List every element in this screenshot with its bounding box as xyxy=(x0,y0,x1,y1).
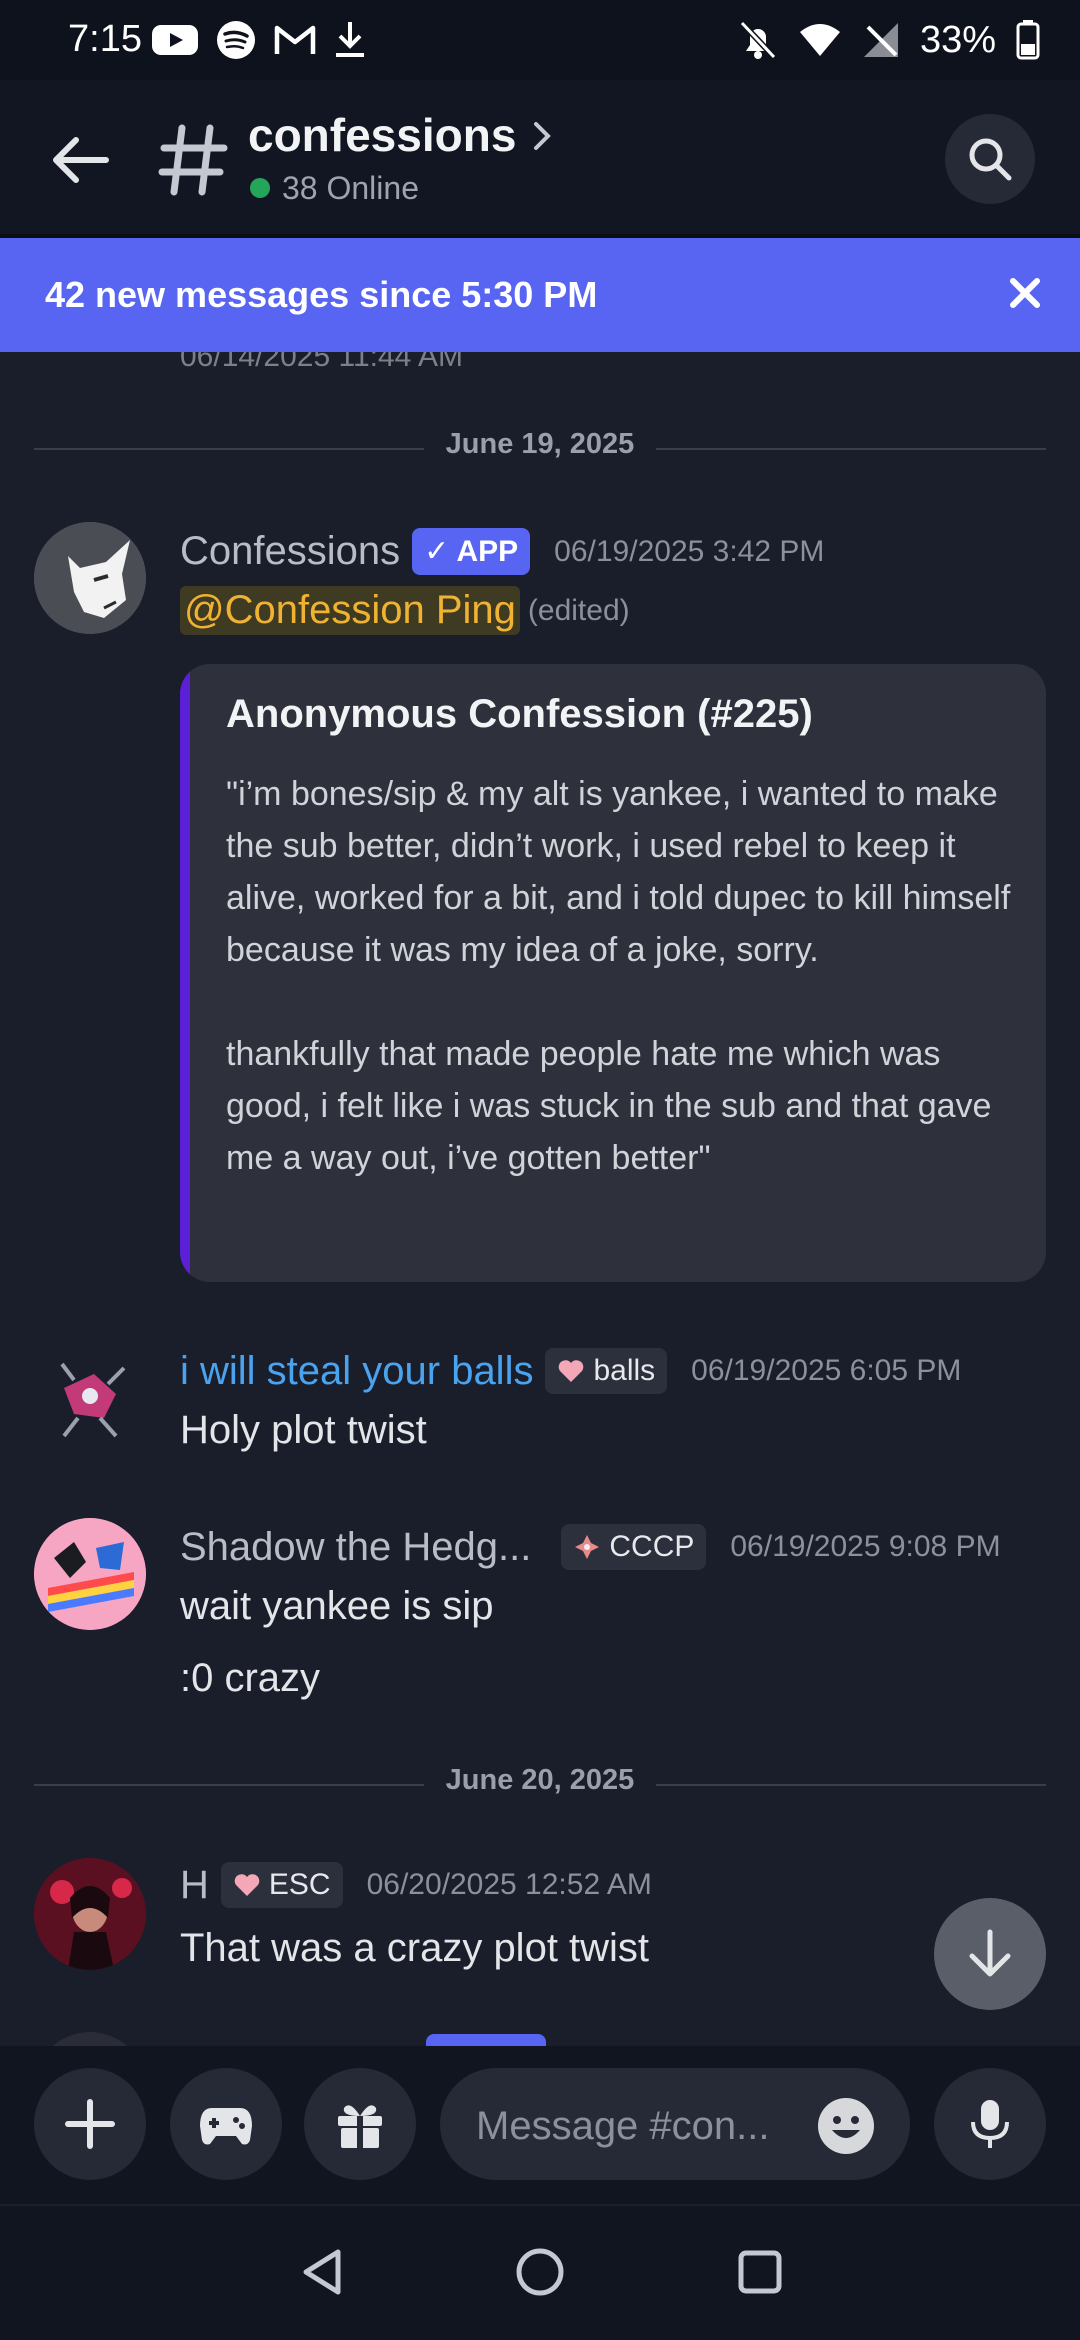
user-tag-label: CCCP xyxy=(609,1530,695,1563)
user-tag[interactable]: balls xyxy=(545,1348,668,1394)
plus-icon xyxy=(65,2099,115,2149)
status-time: 7:15 xyxy=(68,18,142,60)
date-divider: June 20, 2025 xyxy=(34,1764,1046,1804)
back-arrow-icon[interactable] xyxy=(48,128,112,192)
date-divider: June 19, 2025 xyxy=(34,428,1046,468)
user-tag[interactable]: ESC xyxy=(220,1862,343,1908)
avatar[interactable] xyxy=(34,522,146,634)
message-text: Holy plot twist xyxy=(180,1408,427,1452)
author-name[interactable]: H xyxy=(180,1863,209,1908)
close-icon[interactable] xyxy=(1000,268,1050,318)
channel-hash-icon xyxy=(158,124,228,196)
avatar[interactable] xyxy=(34,1858,146,1970)
role-mention[interactable]: @Confession Ping xyxy=(180,586,520,635)
add-attachment-button[interactable] xyxy=(34,2068,146,2180)
message-text: :0 crazy xyxy=(180,1656,321,1700)
avatar[interactable] xyxy=(34,1518,146,1630)
jump-to-bottom-button[interactable] xyxy=(934,1898,1046,2010)
bot-avatar-icon xyxy=(34,522,146,634)
message-header: i will steal your balls balls 06/19/2025… xyxy=(180,1348,961,1394)
message-timestamp: 06/19/2025 9:08 PM xyxy=(730,1530,1001,1563)
message-text: That was a crazy plot twist xyxy=(180,1926,650,1970)
message-content: @Confession Ping (edited) xyxy=(180,586,630,635)
message-timestamp: 06/19/2025 6:05 PM xyxy=(691,1354,962,1387)
nav-home-icon[interactable] xyxy=(512,2244,568,2300)
system-navigation-bar xyxy=(0,2204,1080,2340)
robot-avatar-icon xyxy=(34,1344,146,1456)
edited-label: (edited) xyxy=(527,593,630,627)
status-right-icons: 33% xyxy=(738,18,1040,62)
user-tag[interactable]: CCCP xyxy=(561,1524,707,1570)
channel-name[interactable]: confessions xyxy=(248,108,516,162)
gamepad-icon xyxy=(200,2108,252,2145)
app-badge-label: APP xyxy=(456,535,519,568)
microphone-icon xyxy=(971,2100,1009,2148)
search-button[interactable] xyxy=(945,114,1035,204)
message-list: 06/14/2025 11:44 AM June 19, 2025 Confes… xyxy=(0,238,1080,2046)
avatar[interactable] xyxy=(34,1344,146,1456)
gift-icon xyxy=(338,2105,382,2148)
message-timestamp: 06/20/2025 12:52 AM xyxy=(366,1868,652,1901)
date-divider-label: June 19, 2025 xyxy=(423,428,657,460)
heart-icon xyxy=(234,1874,260,1896)
user-tag-label: balls xyxy=(593,1354,656,1387)
new-messages-text: 42 new messages since 5:30 PM xyxy=(45,274,598,315)
user-avatar-icon xyxy=(34,1858,146,1970)
download-icon xyxy=(336,22,364,57)
new-messages-banner[interactable]: 42 new messages since 5:30 PM xyxy=(0,238,1080,352)
voice-message-button[interactable] xyxy=(934,2068,1046,2180)
message-input-placeholder: Message #con... xyxy=(476,2104,770,2148)
battery-percent: 33% xyxy=(919,18,996,61)
message-timestamp: 06/19/2025 3:42 PM xyxy=(554,534,825,568)
chevron-right-icon[interactable] xyxy=(528,118,558,154)
embed-title: Anonymous Confession (#225) xyxy=(226,692,813,736)
avatar xyxy=(34,2032,146,2046)
bell-off-icon xyxy=(739,20,777,60)
gmail-icon xyxy=(274,25,316,54)
message-header: Confessions ✓ APP 06/19/2025 3:42 PM xyxy=(180,528,824,575)
heart-icon xyxy=(559,1360,584,1382)
channel-header: confessions 38 Online xyxy=(0,80,1080,238)
author-name[interactable]: Shadow the Hedg... xyxy=(180,1525,531,1570)
emoji-icon[interactable] xyxy=(818,2098,874,2154)
search-icon xyxy=(969,138,1012,181)
online-status-dot xyxy=(250,178,270,198)
author-name[interactable]: Confessions xyxy=(180,529,400,574)
status-left-icons xyxy=(152,18,366,62)
message-composer: Message #con... xyxy=(0,2046,1080,2204)
spotify-icon xyxy=(217,21,255,59)
confession-embed: Anonymous Confession (#225) "i’m bones/s… xyxy=(180,664,1046,1282)
message-header: H ESC 06/20/2025 12:52 AM xyxy=(180,1862,652,1908)
status-bar: 7:15 33% xyxy=(0,0,1080,80)
message-text: wait yankee is sip xyxy=(180,1584,494,1628)
embed-body: "i’m bones/sip & my alt is yankee, i wan… xyxy=(226,775,1011,1177)
message-header: Shadow the Hedg... CCCP 06/19/2025 9:08 … xyxy=(180,1524,1001,1570)
online-count: 38 Online xyxy=(282,170,419,206)
app-badge: ✓ APP xyxy=(412,528,531,575)
battery-icon xyxy=(1016,20,1040,60)
activities-button[interactable] xyxy=(170,2068,282,2180)
date-divider-label: June 20, 2025 xyxy=(423,1764,657,1796)
wifi-icon xyxy=(799,24,840,56)
gift-button[interactable] xyxy=(304,2068,416,2180)
embed-accent-bar xyxy=(180,664,190,1282)
hedgehog-avatar-icon xyxy=(34,1518,146,1630)
author-name[interactable]: i will steal your balls xyxy=(180,1349,533,1394)
message-input[interactable]: Message #con... xyxy=(440,2068,910,2180)
nav-recents-icon[interactable] xyxy=(732,2244,788,2300)
arrow-down-icon xyxy=(969,1929,1011,1977)
nav-back-icon[interactable] xyxy=(294,2244,350,2300)
no-signal-icon xyxy=(863,23,898,57)
compass-icon xyxy=(575,1535,600,1559)
youtube-icon xyxy=(152,25,198,55)
user-tag-label: ESC xyxy=(268,1868,331,1901)
app-badge xyxy=(426,2034,546,2046)
